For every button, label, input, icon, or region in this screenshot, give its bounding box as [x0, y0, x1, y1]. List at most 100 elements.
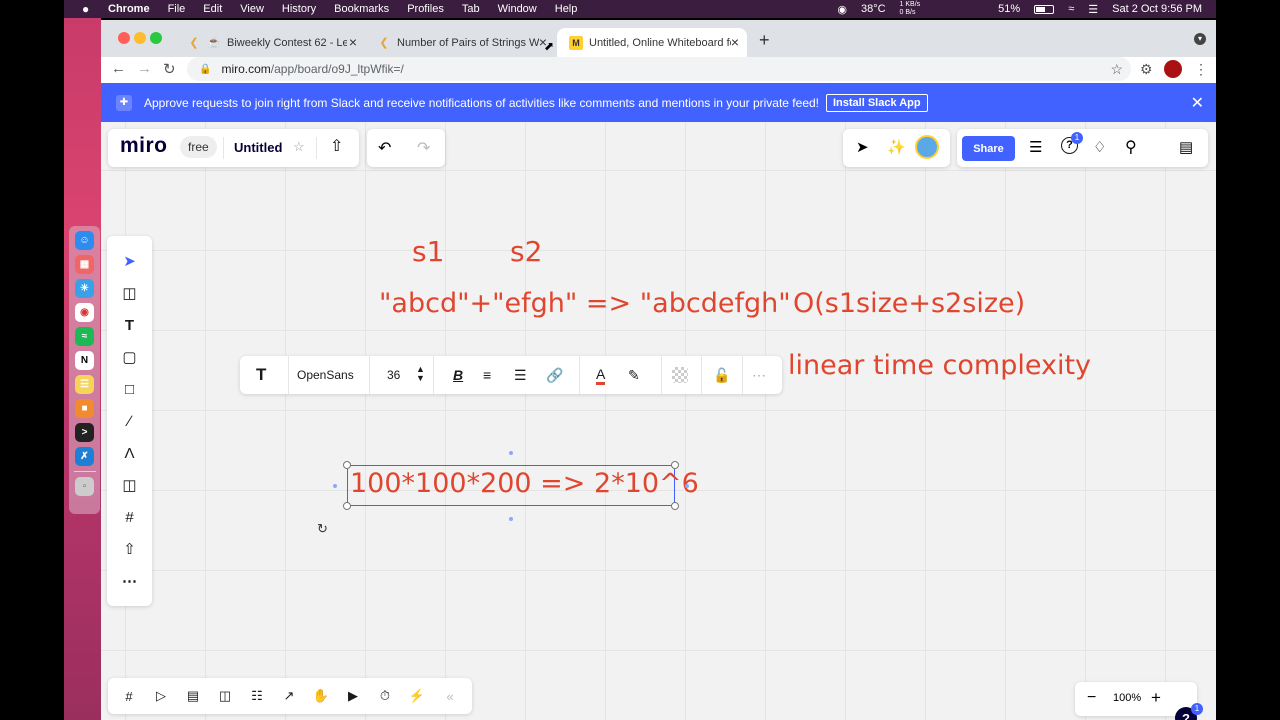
omnibox[interactable]: 🔒 miro.com/app/board/o9J_ltpWfik=/ ☆	[187, 57, 1131, 81]
linear-time-text[interactable]: linear time complexity	[788, 350, 1091, 381]
cursor-follow-icon[interactable]: ➤	[856, 138, 869, 156]
vscode-icon[interactable]: ✗	[75, 447, 94, 466]
comments-icon[interactable]: ▤	[182, 685, 204, 707]
menu-tab[interactable]: Tab	[462, 3, 480, 15]
share-screen-icon[interactable]: ↗	[278, 685, 300, 707]
upload-icon[interactable]: ⇧	[107, 537, 152, 561]
apple-icon[interactable]: ●	[82, 2, 96, 16]
star-icon[interactable]: ☆	[293, 139, 305, 155]
cards-icon[interactable]: ☷	[246, 685, 268, 707]
minimize-window-button[interactable]	[134, 32, 146, 44]
video-icon[interactable]: ▶	[342, 685, 364, 707]
templates-icon[interactable]: ◫	[107, 281, 152, 305]
safari-icon[interactable]: ✳	[75, 279, 94, 298]
back-icon[interactable]: ←	[111, 60, 126, 77]
notes-icon[interactable]: ☰	[75, 375, 94, 394]
battery-icon[interactable]	[1034, 4, 1055, 14]
menu-edit[interactable]: Edit	[203, 3, 222, 15]
undo-icon[interactable]: ↶	[378, 138, 391, 158]
selected-text[interactable]: 100*100*200 => 2*10^6	[350, 468, 699, 499]
notion-icon[interactable]: N	[75, 351, 94, 370]
more-options-icon[interactable]: ⋯	[752, 365, 766, 385]
board-list-icon[interactable]: ▤	[1179, 138, 1193, 156]
redo-icon[interactable]: ↷	[417, 138, 430, 158]
record-icon[interactable]: ◉	[837, 3, 847, 16]
connector-handle-top[interactable]	[509, 451, 513, 455]
connector-handle-left[interactable]	[333, 484, 337, 488]
resize-handle-bl[interactable]	[343, 502, 351, 510]
menu-window[interactable]: Window	[498, 3, 537, 15]
tab-number-of-pairs[interactable]: ❮ Number of Pairs of Strings With Concat…	[365, 28, 555, 57]
menu-history[interactable]: History	[282, 3, 316, 15]
menu-profiles[interactable]: Profiles	[407, 3, 444, 15]
highlight-icon[interactable]: ✎	[628, 365, 640, 385]
comment-icon[interactable]: ◫	[107, 473, 152, 497]
search-icon[interactable]: ⚲	[1125, 137, 1137, 157]
board-title[interactable]: Untitled	[234, 140, 282, 155]
reload-icon[interactable]: ↻	[163, 60, 176, 78]
settings-sliders-icon[interactable]: ☰	[1029, 138, 1042, 156]
resize-handle-tr[interactable]	[671, 461, 679, 469]
launchpad-icon[interactable]: ▦	[75, 255, 94, 274]
apps-lightning-icon[interactable]: ⚡	[406, 685, 428, 707]
new-tab-button[interactable]: +	[759, 30, 770, 51]
timer-icon[interactable]: ⏱	[374, 685, 396, 707]
board-canvas[interactable]: miro free Untitled ☆ ⇧ ↶ ↷ ➤ ✨ Share ☰ ?…	[101, 122, 1216, 720]
menu-bookmarks[interactable]: Bookmarks	[334, 3, 389, 15]
collapse-toolbar-icon[interactable]: «	[439, 685, 461, 707]
pen-tool-icon[interactable]: Λ	[107, 441, 152, 465]
tab-biweekly-contest[interactable]: ❮ ☕ Biweekly Contest 62 - LeetCode ×	[175, 28, 365, 57]
share-button[interactable]: Share	[962, 136, 1015, 161]
bookmark-star-icon[interactable]: ☆	[1110, 61, 1123, 78]
fill-transparent-icon[interactable]	[672, 367, 688, 383]
link-icon[interactable]: 🔗	[546, 365, 563, 385]
frames-icon[interactable]: #	[118, 685, 140, 707]
resize-handle-tl[interactable]	[343, 461, 351, 469]
tab-search-icon[interactable]: ▾	[1194, 33, 1206, 45]
line-tool-icon[interactable]: ∕	[107, 409, 152, 433]
concat-example-text[interactable]: "abcd"+"efgh" => "abcdefgh"	[379, 288, 791, 319]
lock-object-icon[interactable]: 🔓	[713, 365, 730, 385]
books-icon[interactable]: ■	[75, 399, 94, 418]
menu-file[interactable]: File	[168, 3, 186, 15]
align-left-icon[interactable]: ≡	[483, 365, 491, 385]
profile-avatar[interactable]	[1164, 60, 1182, 78]
export-icon[interactable]: ⇧	[330, 136, 343, 156]
more-tools-icon[interactable]: ⋯	[107, 569, 152, 593]
chrome-icon[interactable]: ◉	[75, 303, 94, 322]
wifi-icon[interactable]: ≈	[1068, 3, 1074, 15]
font-size-input[interactable]: 36	[387, 365, 400, 385]
spotify-icon[interactable]: ≈	[75, 327, 94, 346]
zoom-window-button[interactable]	[150, 32, 162, 44]
voting-icon[interactable]: ✋	[310, 685, 332, 707]
text-tool-icon[interactable]: T	[107, 313, 152, 337]
sticky-note-icon[interactable]: ▢	[107, 345, 152, 369]
label-s1[interactable]: s1	[412, 235, 444, 268]
control-center-icon[interactable]: ☰	[1088, 3, 1098, 16]
zoom-out-button[interactable]: −	[1087, 689, 1096, 707]
select-tool-icon[interactable]: ➤	[107, 249, 152, 273]
text-type-icon[interactable]: T	[256, 365, 266, 385]
font-family-select[interactable]: OpenSans	[297, 365, 354, 385]
complexity-text[interactable]: O(s1size+s2size)	[793, 288, 1025, 319]
datetime[interactable]: Sat 2 Oct 9:56 PM	[1112, 3, 1202, 15]
bell-icon[interactable]: ♢	[1093, 138, 1106, 156]
user-avatar[interactable]	[915, 135, 939, 159]
tab-miro-board[interactable]: M Untitled, Online Whiteboard for Visual…	[557, 28, 747, 57]
close-window-button[interactable]	[118, 32, 130, 44]
zoom-level[interactable]: 100%	[1113, 692, 1141, 704]
bullet-list-icon[interactable]: ☰	[514, 365, 527, 385]
label-s2[interactable]: s2	[510, 235, 542, 268]
text-color-icon[interactable]: A	[596, 365, 606, 385]
forward-icon[interactable]: →	[137, 60, 152, 77]
chat-icon[interactable]: ◫	[214, 685, 236, 707]
rotate-handle-icon[interactable]: ↻	[317, 521, 328, 537]
close-tab-icon[interactable]: ×	[731, 34, 739, 50]
menu-help[interactable]: Help	[555, 3, 578, 15]
terminal-icon[interactable]: >	[75, 423, 94, 442]
frame-tool-icon[interactable]: #	[107, 505, 152, 529]
bold-icon[interactable]: B	[453, 365, 463, 385]
resize-handle-br[interactable]	[671, 502, 679, 510]
plan-badge[interactable]: free	[180, 136, 217, 158]
extensions-icon[interactable]: ⚙	[1140, 61, 1153, 78]
